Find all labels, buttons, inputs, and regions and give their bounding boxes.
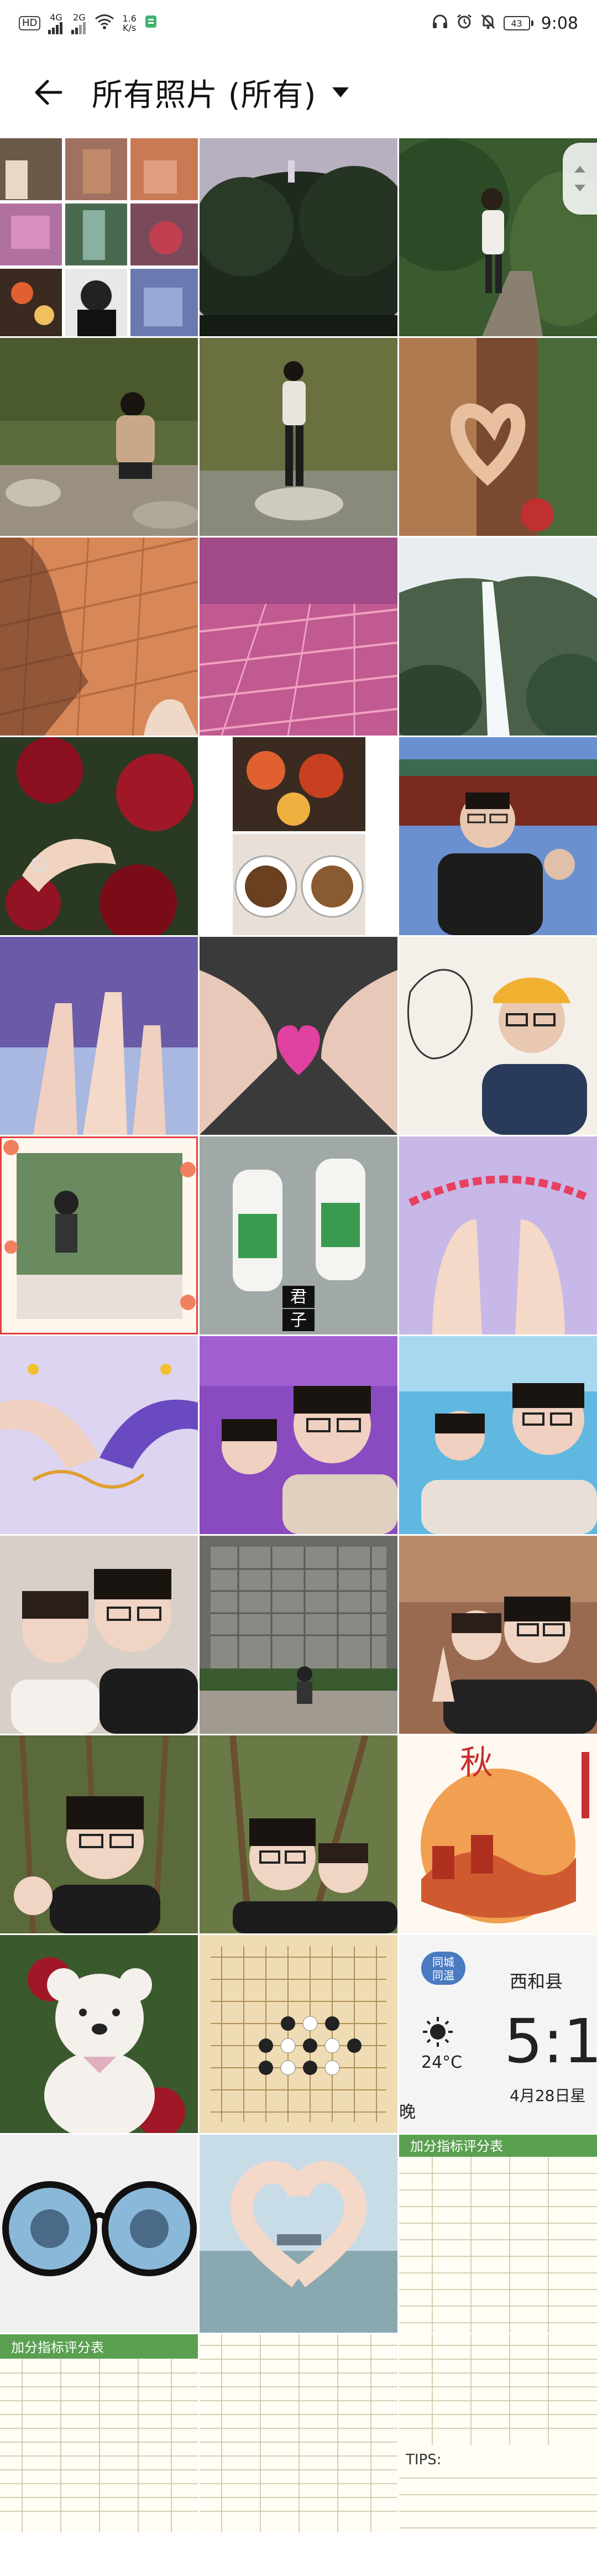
- signal-2g-icon: 2G: [71, 13, 87, 34]
- status-right: 43 9:08: [432, 13, 578, 34]
- alarm-icon: [456, 13, 473, 34]
- photo-pink-brick-floor[interactable]: [200, 538, 397, 736]
- weather-temp: 24°C: [421, 2053, 462, 2072]
- weather-date: 4月28日星: [510, 2087, 585, 2105]
- photo-peach-frame[interactable]: [0, 1136, 198, 1334]
- battery-level: 43: [503, 16, 530, 30]
- weather-time: 5:1: [504, 2006, 597, 2077]
- photo-collage-1[interactable]: [0, 138, 198, 336]
- photo-heart-emoji-hands[interactable]: [200, 937, 397, 1135]
- fast-scroll-handle[interactable]: [563, 143, 597, 215]
- battery-icon: 43: [503, 16, 533, 30]
- photo-building-cyclist[interactable]: [200, 1536, 397, 1734]
- weather-badge-1: 同城: [432, 1956, 454, 1969]
- photo-hands-ribbon[interactable]: [399, 1136, 597, 1334]
- signal-2g-label: 2G: [73, 12, 86, 23]
- photo-score-table-right[interactable]: 加分指标评分表: [399, 2135, 597, 2333]
- photo-grid: 君 子 秋 同城 同温 西和县 24°C 5:1 4月28日星 晚 加分指标评分…: [0, 138, 597, 2532]
- weather-city: 西和县: [510, 1971, 563, 1992]
- score-title-2: 加分指标评分表: [11, 2340, 104, 2355]
- back-button[interactable]: [32, 66, 85, 119]
- weather-badge-2: 同温: [432, 1969, 454, 1982]
- photo-finger-heart-purple[interactable]: [0, 937, 198, 1135]
- photo-glasses-reflection[interactable]: [0, 2135, 198, 2333]
- status-bar: HD 4G 2G 1.6 K/s 43 9:08: [0, 0, 597, 46]
- photo-autumn-illustration[interactable]: 秋: [399, 1735, 597, 1933]
- photo-score-table-left[interactable]: 加分指标评分表: [0, 2334, 198, 2532]
- photo-dark-trees[interactable]: [200, 138, 397, 336]
- score-title-1: 加分指标评分表: [410, 2139, 503, 2154]
- photo-score-table-right-2[interactable]: TIPS:: [399, 2334, 597, 2532]
- app-bar: 所有照片 (所有): [0, 46, 597, 138]
- weather-evening: 晚: [399, 2103, 416, 2122]
- photo-couple-drawing[interactable]: [399, 937, 597, 1135]
- tips-label: TIPS:: [405, 2452, 442, 2468]
- app-notification-icon: [144, 14, 158, 33]
- photo-roses-hand[interactable]: [0, 737, 198, 935]
- album-selector[interactable]: 所有照片 (所有): [92, 70, 350, 115]
- dropdown-caret-icon: [332, 87, 349, 97]
- photo-heart-hands-rock[interactable]: [399, 338, 597, 536]
- network-speed-value: 1.6: [122, 13, 137, 24]
- photo-forest-selfie-2[interactable]: [200, 1735, 397, 1933]
- svg-text:秋: 秋: [460, 1744, 493, 1782]
- photo-yogurt-bottles[interactable]: 君 子: [200, 1136, 397, 1334]
- mute-bell-icon: [480, 13, 496, 34]
- photo-score-table-middle[interactable]: [200, 2334, 397, 2532]
- photo-heart-hands-lake[interactable]: [200, 2135, 397, 2333]
- page-title: 所有照片 (所有): [92, 77, 317, 113]
- photo-forest-selfie-1[interactable]: [0, 1735, 198, 1933]
- photo-couple-selfie-1[interactable]: [0, 1536, 198, 1734]
- photo-waterfall[interactable]: [399, 538, 597, 736]
- wifi-icon: [95, 14, 114, 33]
- photo-selfie-purple[interactable]: [200, 1336, 397, 1534]
- headphones-icon: [432, 14, 448, 33]
- photo-selfie-temple[interactable]: [399, 737, 597, 935]
- hd-badge: HD: [19, 16, 41, 30]
- signal-4g-icon: 4G: [48, 13, 64, 34]
- photo-standing-by-stream[interactable]: [200, 338, 397, 536]
- back-arrow-icon: [35, 80, 62, 105]
- scroll-down-icon: [574, 185, 585, 191]
- scroll-up-icon: [574, 166, 585, 173]
- photo-hands-sketch[interactable]: [0, 1336, 198, 1534]
- photo-gomoku-board[interactable]: [200, 1935, 397, 2133]
- photo-selfie-blue[interactable]: [399, 1336, 597, 1534]
- network-speed: 1.6 K/s: [122, 14, 136, 33]
- photo-couple-street[interactable]: [399, 1536, 597, 1734]
- network-speed-unit: K/s: [123, 23, 137, 33]
- photo-crouching-by-stream[interactable]: [0, 338, 198, 536]
- photo-shadow-brick-wall[interactable]: [0, 538, 198, 736]
- status-left: HD 4G 2G 1.6 K/s: [19, 13, 158, 34]
- signal-4g-label: 4G: [50, 12, 62, 23]
- yogurt-char-2: 子: [290, 1311, 307, 1330]
- photo-teddy-bear[interactable]: [0, 1935, 198, 2133]
- photo-weather-widget[interactable]: 同城 同温 西和县 24°C 5:1 4月28日星 晚: [399, 1935, 597, 2133]
- photo-food-collage[interactable]: [200, 737, 397, 935]
- yogurt-char-1: 君: [290, 1287, 307, 1307]
- clock: 9:08: [541, 13, 578, 33]
